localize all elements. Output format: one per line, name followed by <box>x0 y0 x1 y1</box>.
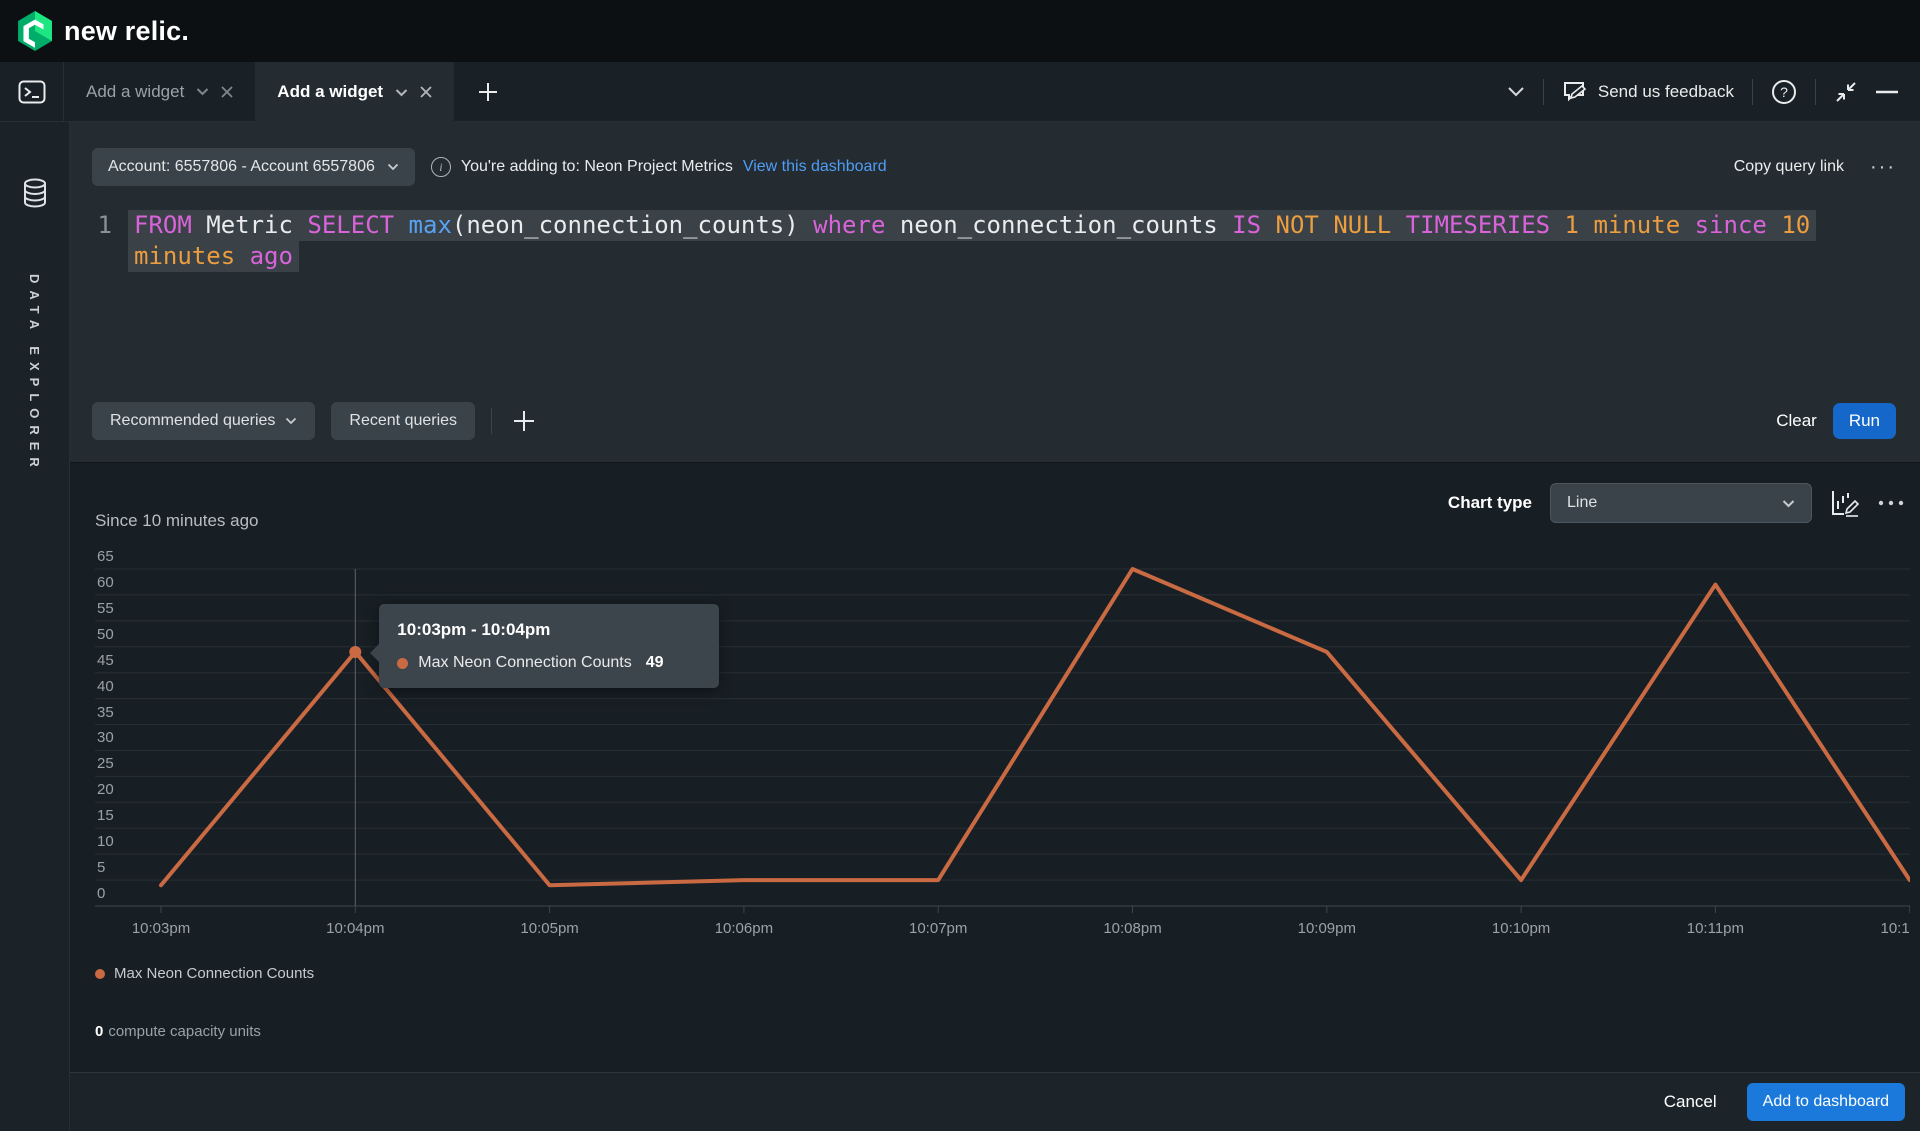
footer-actions: Cancel Add to dashboard <box>70 1072 1920 1131</box>
tabbar-right-controls: Send us feedback ? <box>1507 62 1920 121</box>
close-tab-icon[interactable] <box>221 86 233 98</box>
chart-type-select[interactable]: Line <box>1550 483 1812 523</box>
app: new relic. Add a widget Add a widget <box>0 0 1920 1131</box>
brand-wordmark: new relic. <box>64 16 189 47</box>
chevron-down-icon <box>387 163 399 171</box>
chart-canvas <box>95 546 1910 918</box>
question-icon: ? <box>1771 79 1797 105</box>
minimize-button[interactable] <box>1876 90 1898 94</box>
tabs-overflow-chevron-icon[interactable] <box>1507 86 1525 97</box>
copy-query-link-button[interactable]: Copy query link <box>1734 158 1844 176</box>
run-button[interactable]: Run <box>1833 403 1896 439</box>
help-button[interactable]: ? <box>1771 79 1797 105</box>
chart-edit-icon <box>1830 489 1860 517</box>
tab-label: Add a widget <box>86 82 184 102</box>
chevron-down-icon <box>285 417 297 425</box>
adding-to-banner: i You're adding to: Neon Project Metrics… <box>431 157 887 177</box>
divider <box>1752 79 1753 105</box>
terminal-icon <box>18 80 46 104</box>
tooltip-arrow <box>370 644 379 662</box>
legend-color-dot <box>95 969 105 979</box>
chart-panel: Chart type Line <box>70 462 1920 1072</box>
divider <box>1543 79 1544 105</box>
account-selector-label: Account: 6557806 - Account 6557806 <box>108 158 375 176</box>
account-selector[interactable]: Account: 6557806 - Account 6557806 <box>92 148 415 186</box>
chevron-down-icon[interactable] <box>395 88 408 97</box>
plus-icon <box>512 409 536 433</box>
feedback-label: Send us feedback <box>1598 82 1734 102</box>
line-chart[interactable]: 05101520253035404550556065 10:03pm10:04p… <box>95 546 1910 946</box>
compute-capacity-note: 0 compute capacity units <box>95 1023 261 1040</box>
minus-icon <box>1876 90 1898 94</box>
chart-type-label: Chart type <box>1448 493 1532 513</box>
divider <box>491 408 492 434</box>
recent-queries-button[interactable]: Recent queries <box>331 402 475 440</box>
nrql-editor[interactable]: 1 FROM Metric SELECT max(neon_connection… <box>70 210 1920 272</box>
query-line-1: FROM Metric SELECT max(neon_connection_c… <box>128 210 1816 241</box>
chart-more-options-button[interactable] <box>1878 500 1904 506</box>
top-header: new relic. <box>0 0 1920 62</box>
close-tab-icon[interactable] <box>420 86 432 98</box>
query-console-button[interactable] <box>0 62 64 121</box>
recommended-queries-button[interactable]: Recommended queries <box>92 402 315 440</box>
nrql-query-text[interactable]: FROM Metric SELECT max(neon_connection_c… <box>128 210 1920 272</box>
tab-add-a-widget-1[interactable]: Add a widget <box>64 62 255 121</box>
chart-type-value: Line <box>1567 494 1597 512</box>
tooltip-value: 49 <box>646 654 664 672</box>
recommended-queries-label: Recommended queries <box>110 412 275 430</box>
chevron-down-icon[interactable] <box>196 87 209 96</box>
tab-label: Add a widget <box>277 82 383 102</box>
tooltip-series-name: Max Neon Connection Counts <box>418 654 631 672</box>
tooltip-title: 10:03pm - 10:04pm <box>397 620 701 640</box>
legend-label: Max Neon Connection Counts <box>114 965 314 982</box>
new-relic-logo[interactable]: new relic. <box>16 11 189 51</box>
more-options-icon[interactable]: ··· <box>1870 156 1896 179</box>
info-icon: i <box>431 157 451 177</box>
send-feedback-button[interactable]: Send us feedback <box>1562 80 1734 104</box>
collapse-icon <box>1834 80 1858 104</box>
database-icon[interactable] <box>22 178 48 208</box>
chart-tooltip: 10:03pm - 10:04pm Max Neon Connection Co… <box>379 604 719 688</box>
new-relic-mark-icon <box>16 11 54 51</box>
new-tab-button[interactable] <box>454 62 522 121</box>
edit-chart-button[interactable] <box>1830 489 1860 517</box>
x-axis-labels: 10:03pm10:04pm10:05pm10:06pm10:07pm10:08… <box>95 920 1910 944</box>
add-query-button[interactable] <box>508 409 540 433</box>
tab-add-a-widget-2[interactable]: Add a widget <box>255 62 454 122</box>
series-color-dot <box>397 658 408 669</box>
add-to-dashboard-button[interactable]: Add to dashboard <box>1747 1083 1905 1121</box>
cancel-button[interactable]: Cancel <box>1664 1092 1717 1112</box>
tab-bar: Add a widget Add a widget Send us feedba… <box>0 62 1920 122</box>
clear-button[interactable]: Clear <box>1776 411 1817 431</box>
compute-capacity-value: 0 <box>95 1023 103 1040</box>
time-range-label: Since 10 minutes ago <box>95 511 259 531</box>
ellipsis-icon <box>1878 500 1904 506</box>
divider <box>1815 79 1816 105</box>
sidebar-title: DATA EXPLORER <box>27 274 42 474</box>
plus-icon <box>478 82 498 102</box>
feedback-icon <box>1562 80 1588 104</box>
query-line-2: minutes ago <box>128 241 299 272</box>
editor-line-number: 1 <box>70 210 128 272</box>
compute-capacity-text: compute capacity units <box>108 1023 261 1040</box>
left-sidebar: DATA EXPLORER <box>0 122 70 1131</box>
chart-legend[interactable]: Max Neon Connection Counts <box>95 965 314 982</box>
chevron-down-icon <box>1782 499 1795 508</box>
recent-queries-label: Recent queries <box>349 412 457 430</box>
view-dashboard-link[interactable]: View this dashboard <box>743 158 887 176</box>
svg-text:?: ? <box>1780 84 1788 100</box>
collapse-window-button[interactable] <box>1834 80 1858 104</box>
query-builder-panel: Account: 6557806 - Account 6557806 i You… <box>70 122 1920 462</box>
adding-to-text: You're adding to: Neon Project Metrics <box>461 158 733 176</box>
